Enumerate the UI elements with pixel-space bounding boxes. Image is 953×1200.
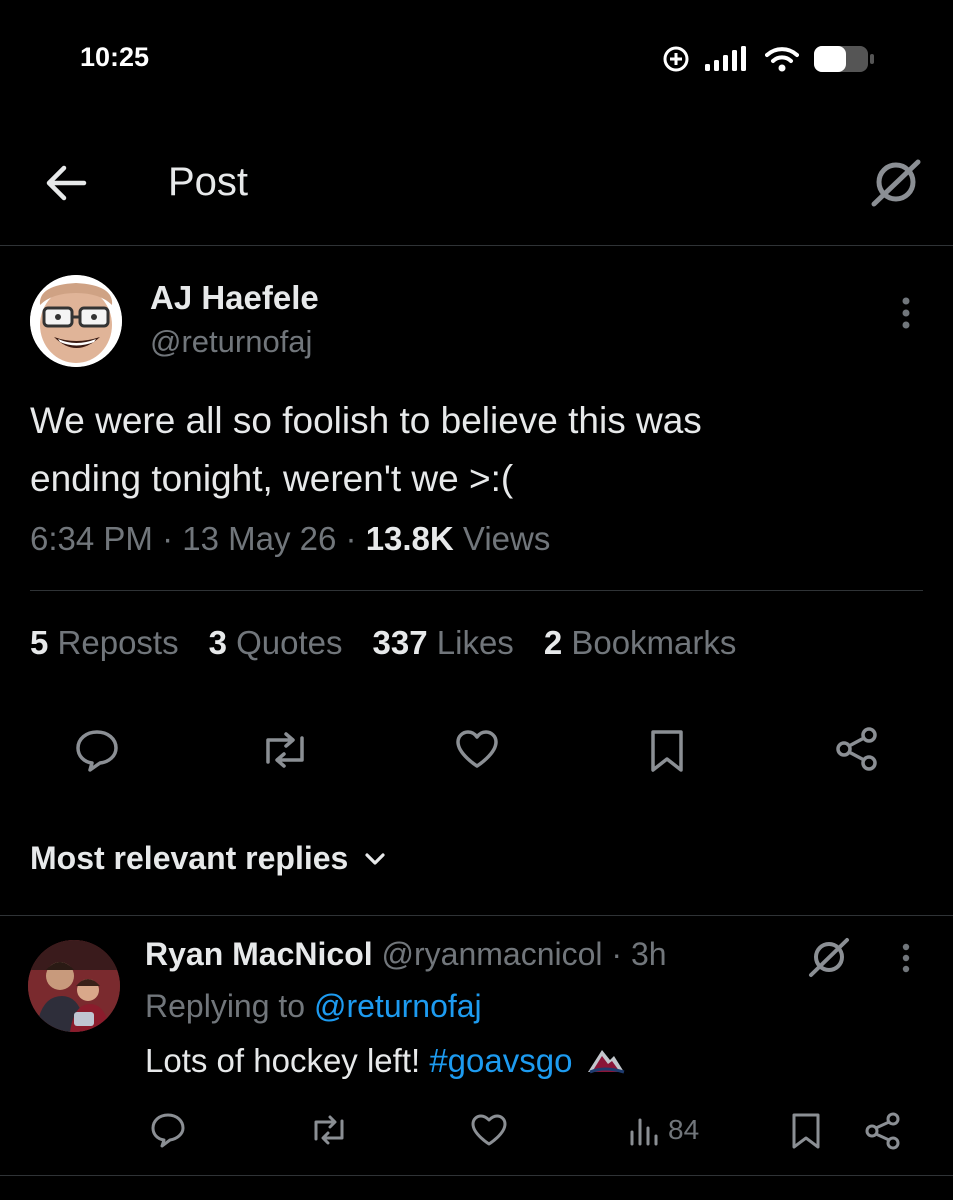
reply-author-avatar[interactable] bbox=[28, 940, 120, 1032]
reply-icon[interactable] bbox=[74, 728, 120, 772]
reply-age: 3h bbox=[630, 936, 667, 972]
reply-header: Ryan MacNicol @ryanmacnicol · 3h bbox=[145, 936, 667, 973]
quotes-count: 3 bbox=[208, 624, 227, 661]
meta-separator: · bbox=[162, 520, 174, 557]
reply-share-icon[interactable] bbox=[864, 1112, 902, 1150]
reply-repost-icon[interactable] bbox=[308, 1114, 350, 1146]
page-title: Post bbox=[168, 160, 249, 204]
reply-hashtag[interactable]: #goavsgo bbox=[429, 1042, 572, 1079]
reply-author-handle[interactable]: @ryanmacnicol bbox=[382, 936, 603, 972]
back-arrow-icon[interactable] bbox=[44, 164, 88, 202]
views-icon bbox=[630, 1118, 658, 1146]
reply-text: Lots of hockey left! #goavsgo bbox=[145, 1042, 626, 1080]
avalanche-logo-icon bbox=[587, 1050, 625, 1074]
views-count: 13.8K bbox=[365, 520, 454, 557]
author-handle[interactable]: @returnofaj bbox=[150, 324, 312, 360]
reply-bookmark-icon[interactable] bbox=[790, 1112, 822, 1150]
reply-reply-icon[interactable] bbox=[150, 1112, 186, 1148]
likes-stat[interactable]: 337 Likes bbox=[373, 624, 514, 662]
post-meta: 6:34 PM · 13 May 26 · 13.8K Views bbox=[30, 520, 550, 558]
replies-divider bbox=[0, 915, 953, 916]
post-text-line-2: ending tonight, weren't we >:( bbox=[30, 458, 514, 499]
reposts-count: 5 bbox=[30, 624, 49, 661]
bookmark-icon[interactable] bbox=[648, 728, 686, 774]
reply-heart-icon[interactable] bbox=[470, 1113, 508, 1147]
bookmarks-stat[interactable]: 2 Bookmarks bbox=[544, 624, 737, 662]
replies-sort-label: Most relevant replies bbox=[30, 840, 349, 876]
location-lock-icon bbox=[663, 46, 689, 72]
author-name[interactable]: AJ Haefele bbox=[150, 279, 319, 317]
avatar-illustration bbox=[30, 275, 122, 367]
signal-icon bbox=[705, 46, 746, 71]
reply-divider bbox=[0, 1175, 953, 1176]
quotes-stat[interactable]: 3 Quotes bbox=[209, 624, 343, 662]
status-time: 10:25 bbox=[80, 42, 150, 72]
heart-icon[interactable] bbox=[454, 728, 500, 770]
chevron-down-icon bbox=[365, 852, 385, 865]
replying-to-handle[interactable]: @returnofaj bbox=[314, 988, 482, 1024]
post-text: We were all so foolish to believe this w… bbox=[30, 392, 910, 508]
wifi-icon bbox=[765, 47, 799, 72]
replies-sort-dropdown[interactable]: Most relevant replies bbox=[30, 840, 386, 877]
likes-label: Likes bbox=[436, 624, 514, 661]
post-date: 13 May 26 bbox=[182, 520, 337, 557]
likes-count: 337 bbox=[372, 624, 428, 661]
reply-grok-icon[interactable] bbox=[806, 936, 852, 978]
reply-views[interactable]: 84 bbox=[628, 1114, 699, 1146]
post-stats: 5 Reposts 3 Quotes 337 Likes 2 Bookmarks bbox=[30, 624, 736, 662]
reply-author-name[interactable]: Ryan MacNicol bbox=[145, 936, 373, 972]
reply-body: Lots of hockey left! bbox=[145, 1042, 421, 1079]
more-vertical-icon[interactable] bbox=[898, 296, 914, 330]
replying-to-prefix: Replying to bbox=[145, 988, 306, 1024]
quotes-label: Quotes bbox=[236, 624, 343, 661]
bookmarks-label: Bookmarks bbox=[571, 624, 737, 661]
views-label[interactable]: Views bbox=[463, 520, 550, 557]
reply-separator: · bbox=[611, 936, 623, 972]
post-text-line-1: We were all so foolish to believe this w… bbox=[30, 400, 702, 441]
meta-separator: · bbox=[345, 520, 357, 557]
status-icons bbox=[661, 44, 875, 74]
reposts-stat[interactable]: 5 Reposts bbox=[30, 624, 179, 662]
replying-to: Replying to @returnofaj bbox=[145, 988, 482, 1025]
reply-views-count: 84 bbox=[668, 1114, 700, 1145]
grok-icon[interactable] bbox=[868, 156, 924, 208]
bookmarks-count: 2 bbox=[543, 624, 563, 661]
header-divider bbox=[0, 245, 953, 246]
repost-icon[interactable] bbox=[258, 730, 312, 770]
reply-more-vertical-icon[interactable] bbox=[898, 942, 914, 974]
battery-icon bbox=[814, 46, 874, 72]
reply-avatar-photo bbox=[28, 940, 120, 1032]
reposts-label: Reposts bbox=[57, 624, 179, 661]
meta-divider bbox=[30, 590, 923, 591]
post-time: 6:34 PM bbox=[30, 520, 153, 557]
share-icon[interactable] bbox=[834, 726, 880, 772]
author-avatar[interactable] bbox=[30, 275, 122, 367]
